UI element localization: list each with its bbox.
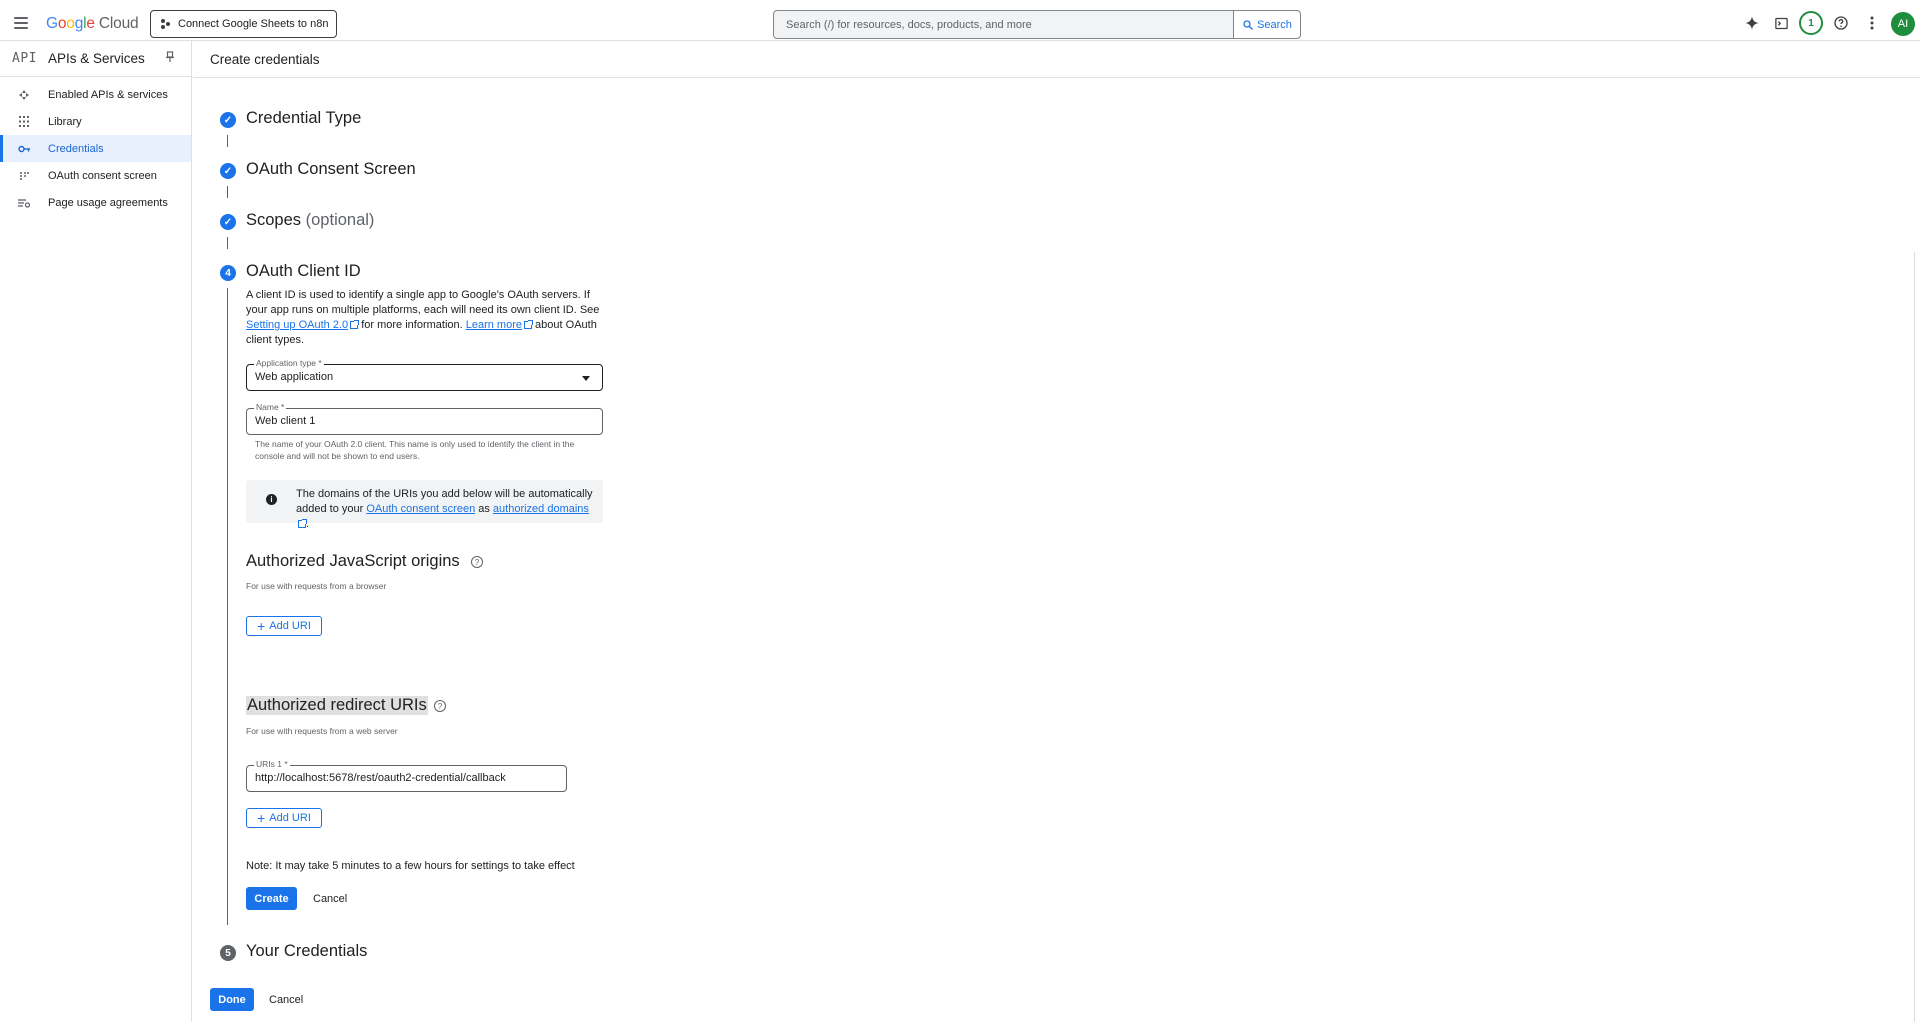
step-connector — [227, 135, 228, 147]
name-value: Web client 1 — [255, 415, 316, 427]
redirect-uris-title: Authorized redirect URIs — [246, 696, 428, 715]
page-title: Create credentials — [210, 51, 320, 67]
step-oauth-consent-screen[interactable]: OAuth Consent Screen — [246, 160, 416, 179]
step-connector — [227, 237, 228, 249]
sidenav-title: APIs & Services — [48, 51, 145, 66]
search-input[interactable]: Search (/) for resources, docs, products… — [774, 11, 1233, 38]
settings-effect-note: Note: It may take 5 minutes to a few hou… — [246, 860, 575, 872]
page-scrollbar[interactable] — [1914, 252, 1920, 1022]
sidebar-item-enabled-apis[interactable]: Enabled APIs & services — [0, 81, 191, 108]
gemini-sparkle-icon[interactable] — [1742, 13, 1762, 33]
sidenav-header: API APIs & Services — [0, 41, 191, 77]
redirect-uris-help-icon[interactable]: ? — [434, 700, 446, 712]
oauth-consent-screen-link[interactable]: OAuth consent screen — [366, 503, 475, 515]
sidebar-item-label: OAuth consent screen — [48, 169, 157, 182]
sidebar-item-library[interactable]: Library — [0, 108, 191, 135]
name-hint: The name of your OAuth 2.0 client. This … — [255, 439, 575, 461]
enabled-apis-icon — [0, 89, 48, 101]
search-button-label: Search — [1257, 18, 1292, 31]
search-bar: Search (/) for resources, docs, products… — [773, 10, 1301, 39]
add-js-origin-uri-button[interactable]: + Add URI — [246, 616, 322, 636]
js-origins-help-icon[interactable]: ? — [471, 556, 483, 568]
api-badge: API — [12, 51, 37, 66]
done-button[interactable]: Done — [210, 988, 254, 1011]
page-title-bar: Create credentials — [193, 41, 1920, 78]
side-navigation: API APIs & Services Enabled APIs & servi… — [0, 41, 192, 1022]
sidebar-item-credentials[interactable]: Credentials — [0, 135, 191, 162]
authorized-domains-link[interactable]: authorized domains — [493, 503, 589, 515]
js-origins-subtitle: For use with requests from a browser — [246, 581, 387, 591]
main-menu-icon[interactable] — [10, 12, 32, 34]
more-options-icon[interactable] — [1862, 13, 1882, 33]
top-app-bar: Google Cloud Connect Google Sheets to n8… — [0, 3, 1920, 41]
library-icon — [0, 116, 48, 127]
name-label: Name * — [254, 402, 287, 412]
project-picker-button[interactable]: Connect Google Sheets to n8n — [150, 10, 337, 38]
agreements-icon — [0, 198, 48, 208]
redirect-uri-1-field[interactable]: URIs 1 * http://localhost:5678/rest/oaut… — [246, 759, 567, 792]
client-id-description: A client ID is used to identify a single… — [246, 288, 606, 348]
step-oauth-client-id: OAuth Client ID — [246, 262, 361, 280]
sidebar-item-label: Credentials — [48, 142, 104, 155]
bottom-cancel-button[interactable]: Cancel — [269, 994, 303, 1006]
external-link-icon — [298, 519, 307, 528]
search-button[interactable]: Search — [1233, 11, 1300, 38]
js-origins-title: Authorized JavaScript origins — [246, 552, 460, 570]
step-scopes[interactable]: Scopes (optional) — [246, 211, 374, 230]
consent-icon — [0, 171, 48, 181]
notifications-count-badge[interactable]: 1 — [1799, 11, 1823, 35]
help-icon[interactable] — [1831, 13, 1851, 33]
domains-info-box: i The domains of the URIs you add below … — [246, 480, 603, 530]
sidebar-item-page-usage[interactable]: Page usage agreements — [0, 189, 191, 216]
step-scopes-optional: (optional) — [305, 211, 375, 229]
add-uri-label: Add URI — [269, 620, 311, 632]
application-type-label: Application type * — [254, 358, 324, 368]
application-type-value: Web application — [255, 371, 334, 383]
setting-up-oauth-link[interactable]: Setting up OAuth 2.0 — [246, 319, 348, 331]
description-text: A client ID is used to identify a single… — [246, 289, 600, 316]
plus-icon: + — [257, 618, 266, 634]
step-number-badge: 4 — [220, 265, 236, 281]
info-icon: i — [266, 494, 277, 505]
info-text: as — [475, 503, 493, 515]
sidebar-item-oauth-consent[interactable]: OAuth consent screen — [0, 162, 191, 189]
sidebar-item-label: Page usage agreements — [48, 196, 168, 209]
learn-more-link[interactable]: Learn more — [466, 319, 522, 331]
create-button[interactable]: Create — [246, 887, 297, 910]
cloud-shell-icon[interactable] — [1771, 13, 1791, 33]
cancel-button[interactable]: Cancel — [313, 893, 347, 905]
step-your-credentials: Your Credentials — [246, 942, 368, 960]
pin-icon[interactable] — [165, 51, 175, 66]
external-link-icon — [524, 320, 533, 329]
step-complete-check-icon: ✓ — [220, 112, 236, 128]
dropdown-arrow-icon — [582, 376, 590, 381]
logo-cloud-text: Cloud — [98, 15, 139, 32]
key-icon — [0, 145, 48, 153]
step-complete-check-icon: ✓ — [220, 214, 236, 230]
step-connector — [227, 288, 228, 925]
account-avatar[interactable]: AI — [1891, 12, 1915, 36]
sidebar-item-label: Enabled APIs & services — [48, 88, 168, 101]
plus-icon: + — [257, 810, 266, 826]
project-name: Connect Google Sheets to n8n — [178, 18, 329, 30]
redirect-uris-subtitle: For use with requests from a web server — [246, 726, 398, 736]
description-text: for more information. — [358, 319, 466, 331]
step-connector — [227, 186, 228, 198]
search-icon — [1243, 19, 1254, 30]
redirect-uri-label: URIs 1 * — [254, 759, 290, 769]
name-field[interactable]: Name * Web client 1 — [246, 402, 603, 435]
redirect-uri-value: http://localhost:5678/rest/oauth2-creden… — [255, 772, 506, 784]
project-icon — [161, 19, 171, 29]
application-type-select[interactable]: Application type * Web application — [246, 358, 603, 391]
sidebar-item-label: Library — [48, 115, 82, 128]
step-complete-check-icon: ✓ — [220, 163, 236, 179]
step-scopes-label: Scopes — [246, 211, 302, 229]
external-link-icon — [350, 320, 360, 329]
add-redirect-uri-button[interactable]: + Add URI — [246, 808, 322, 828]
step-credential-type[interactable]: Credential Type — [246, 109, 361, 128]
step-number-badge: 5 — [220, 945, 236, 961]
add-uri-label: Add URI — [269, 812, 311, 824]
google-cloud-logo[interactable]: Google Cloud — [46, 15, 139, 33]
